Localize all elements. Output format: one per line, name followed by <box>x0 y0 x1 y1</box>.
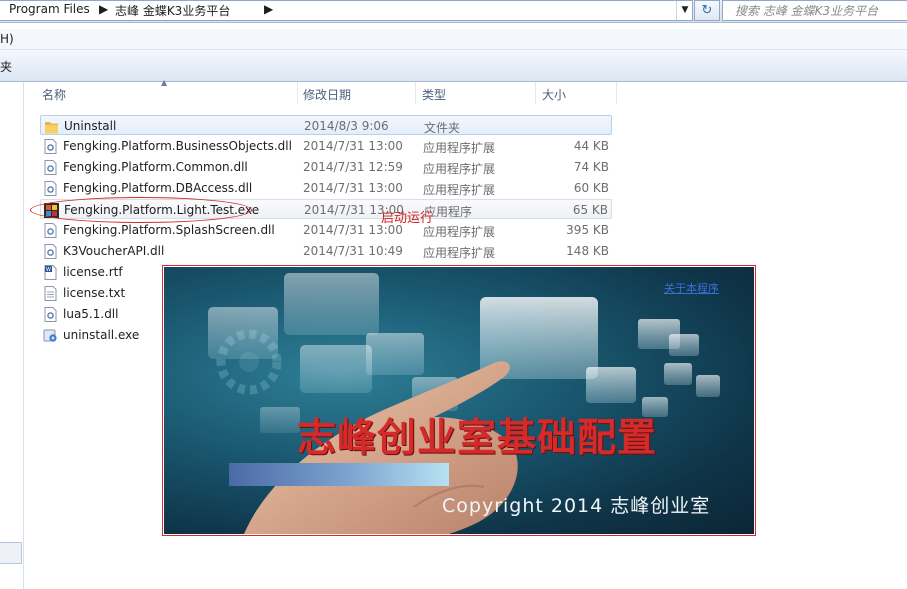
file-type: 应用程序扩展 <box>423 183 496 197</box>
annotation-label: 启动运行 <box>381 211 434 226</box>
file-type: 应用程序扩展 <box>423 162 496 176</box>
dll-icon <box>44 160 57 175</box>
file-size: 44 KB <box>573 139 609 153</box>
splash-about-link[interactable]: 关于本程序 <box>664 280 719 296</box>
sort-ascending-icon: ▲ <box>161 78 168 87</box>
dll-icon <box>44 244 57 259</box>
file-size: 65 KB <box>572 203 608 217</box>
navigation-pane[interactable] <box>0 82 24 589</box>
toolbar-new-folder-fragment[interactable]: 夹 <box>0 58 12 75</box>
rtf-icon: W <box>44 265 57 280</box>
dll-icon <box>44 181 57 196</box>
file-name: license.txt <box>63 286 126 300</box>
file-name: K3VoucherAPI.dll <box>63 244 165 258</box>
command-toolbar: 夹 <box>0 50 907 82</box>
menu-help-fragment[interactable]: H) <box>0 32 14 46</box>
search-input[interactable]: 搜索 志峰 金蝶K3业务平台 <box>722 0 907 21</box>
file-size: 148 KB <box>566 244 609 258</box>
file-name: Fengking.Platform.DBAccess.dll <box>63 181 253 195</box>
dll-icon <box>44 139 57 154</box>
menu-bar: H) <box>0 29 907 50</box>
file-date: 2014/7/31 13:00 <box>303 139 403 153</box>
column-header-type[interactable]: 类型 <box>416 82 536 104</box>
file-name: Fengking.Platform.SplashScreen.dll <box>63 223 275 237</box>
file-type: 文件夹 <box>424 121 461 135</box>
file-size: 395 KB <box>566 223 609 237</box>
file-row[interactable]: Uninstall 2014/8/3 9:06 文件夹 <box>40 115 612 135</box>
column-header-name[interactable]: 名称 <box>40 82 298 104</box>
splash-window: 关于本程序 志峰创业室基础配置 Copyright 2014 志峰创业室 <box>162 265 756 536</box>
file-type: 应用程序扩展 <box>423 225 496 239</box>
address-bar[interactable]: Program Files ▶ 志峰 金蝶K3业务平台 ▶ ▼ <box>0 0 693 21</box>
annotation-ellipse <box>30 197 252 223</box>
column-header-size[interactable]: 大小 <box>536 82 617 104</box>
file-name: Fengking.Platform.BusinessObjects.dll <box>63 139 292 153</box>
file-type: 应用程序扩展 <box>423 246 496 260</box>
file-name: uninstall.exe <box>63 328 140 342</box>
navigation-scrollbar[interactable] <box>0 542 22 564</box>
breadcrumb-arrow-icon[interactable]: ▶ <box>99 2 108 16</box>
file-name: license.rtf <box>63 265 123 279</box>
address-bar-strip: Program Files ▶ 志峰 金蝶K3业务平台 ▶ ▼ ↻ 搜索 志峰 … <box>0 0 907 23</box>
splash-title: 志峰创业室基础配置 <box>297 416 658 461</box>
file-row[interactable]: Fengking.Platform.SplashScreen.dll 2014/… <box>40 220 612 240</box>
splash-progress-bar <box>229 463 449 486</box>
file-row[interactable]: Fengking.Platform.BusinessObjects.dll 20… <box>40 136 612 156</box>
dll-icon <box>44 223 57 238</box>
file-row[interactable]: Fengking.Platform.DBAccess.dll 2014/7/31… <box>40 178 612 198</box>
txt-icon <box>44 286 57 301</box>
folder-icon <box>45 122 58 134</box>
file-row[interactable]: K3VoucherAPI.dll 2014/7/31 10:49 应用程序扩展 … <box>40 241 612 261</box>
file-date: 2014/7/31 12:59 <box>303 160 403 174</box>
column-header-name-label: 名称 <box>42 88 67 102</box>
address-dropdown-icon[interactable]: ▼ <box>676 1 693 20</box>
file-date: 2014/7/31 10:49 <box>303 244 403 258</box>
breadcrumb-current-folder[interactable]: 志峰 金蝶K3业务平台 <box>115 2 230 19</box>
column-header-date[interactable]: 修改日期 <box>298 82 416 104</box>
file-name: lua5.1.dll <box>63 307 119 321</box>
column-header-type-label: 类型 <box>422 88 447 102</box>
refresh-button[interactable]: ↻ <box>694 0 720 21</box>
splash-copyright: Copyright 2014 志峰创业室 <box>442 495 711 517</box>
file-name: Fengking.Platform.Common.dll <box>63 160 248 174</box>
file-size: 74 KB <box>573 160 609 174</box>
svg-text:W: W <box>46 267 51 273</box>
breadcrumb-program-files[interactable]: Program Files <box>9 2 90 16</box>
file-type: 应用程序扩展 <box>423 141 496 155</box>
file-row[interactable]: Fengking.Platform.Common.dll 2014/7/31 1… <box>40 157 612 177</box>
breadcrumb-arrow-icon[interactable]: ▶ <box>264 2 273 16</box>
file-name: Uninstall <box>64 119 117 133</box>
column-header-size-label: 大小 <box>542 88 567 102</box>
file-size: 60 KB <box>573 181 609 195</box>
search-placeholder: 搜索 志峰 金蝶K3业务平台 <box>735 4 879 18</box>
file-date: 2014/7/31 13:00 <box>303 181 403 195</box>
installer-icon <box>43 329 57 342</box>
column-header-date-label: 修改日期 <box>303 88 352 102</box>
dll-icon <box>44 307 57 322</box>
file-date: 2014/8/3 9:06 <box>304 119 389 133</box>
splash-image: 关于本程序 志峰创业室基础配置 Copyright 2014 志峰创业室 <box>164 267 754 534</box>
